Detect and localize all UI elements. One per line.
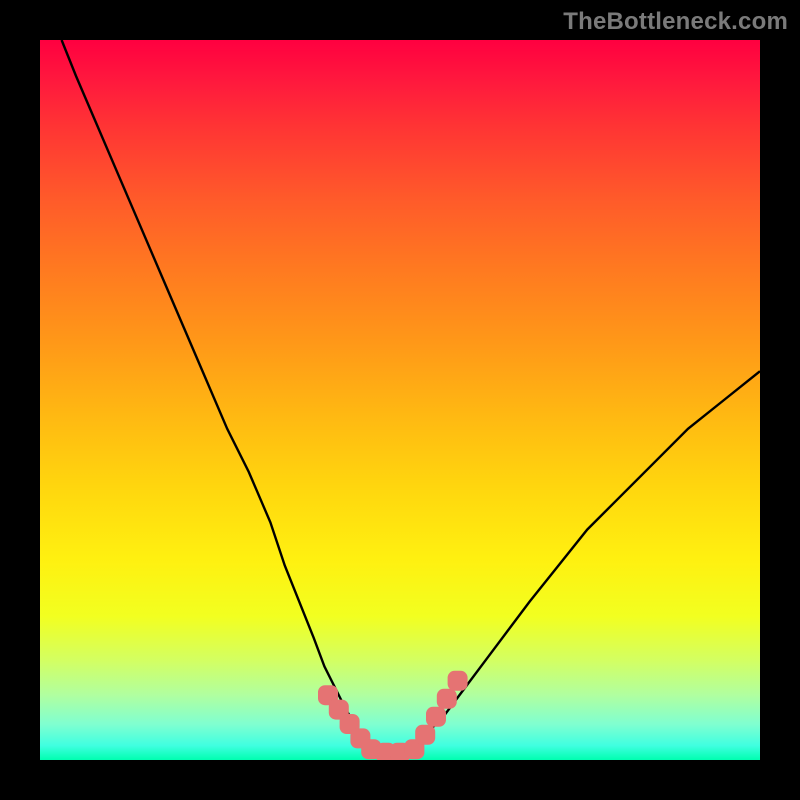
bottleneck-curve [62, 40, 760, 753]
curve-marker [426, 707, 446, 727]
curve-markers [318, 671, 468, 760]
chart-frame: TheBottleneck.com [0, 0, 800, 800]
chart-overlay [40, 40, 760, 760]
curve-marker [437, 689, 457, 709]
curve-marker [415, 725, 435, 745]
watermark-credit: TheBottleneck.com [563, 8, 788, 36]
curve-marker [448, 671, 468, 691]
